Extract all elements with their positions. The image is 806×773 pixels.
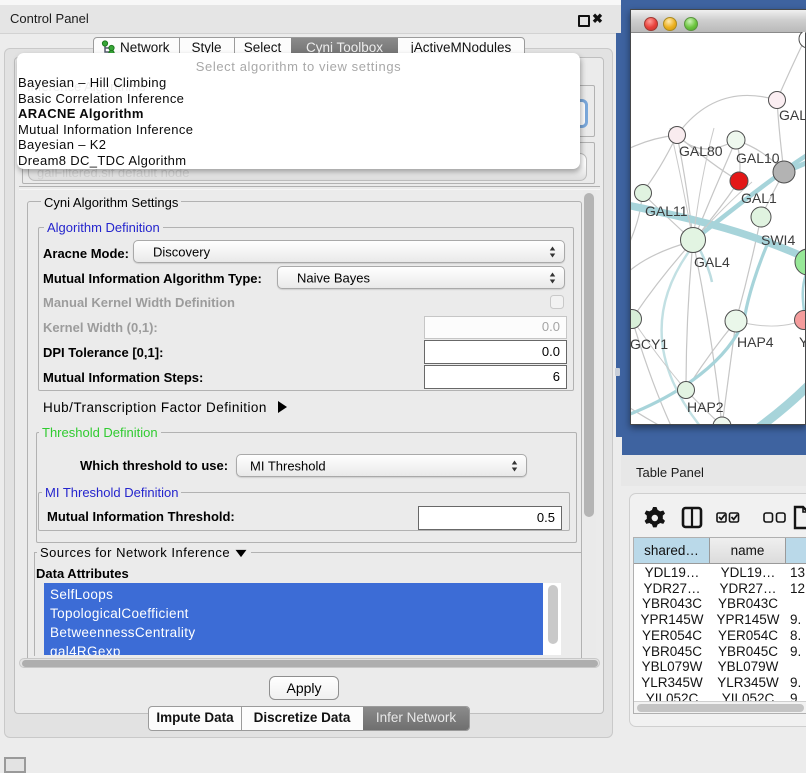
svg-text:GAL11: GAL11 <box>645 203 688 219</box>
svg-text:GAL1: GAL1 <box>741 190 777 206</box>
svg-text:Y: Y <box>799 334 805 350</box>
svg-text:GAL7: GAL7 <box>779 107 805 123</box>
svg-text:GAL80: GAL80 <box>679 143 723 159</box>
svg-text:HAP2: HAP2 <box>687 399 724 415</box>
svg-text:GCY1: GCY1 <box>631 336 668 352</box>
svg-text:GAL4: GAL4 <box>694 254 730 270</box>
svg-text:HAP4: HAP4 <box>737 334 774 350</box>
svg-text:GAL10: GAL10 <box>736 150 780 166</box>
svg-text:SWI4: SWI4 <box>761 232 795 248</box>
